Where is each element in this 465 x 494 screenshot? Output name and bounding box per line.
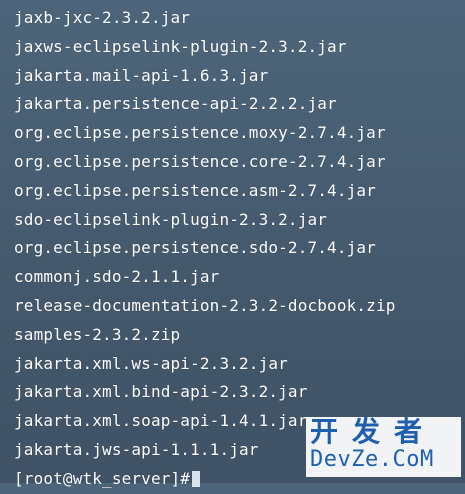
- file-list-item: jaxb-jxc-2.3.2.jar: [14, 8, 191, 27]
- file-list-item: jakarta.xml.bind-api-2.3.2.jar: [14, 382, 308, 402]
- file-list-item: org.eclipse.persistence.asm-2.7.4.jar: [14, 180, 376, 200]
- file-list-item: jakarta.mail-api-1.6.3.jar: [14, 65, 269, 85]
- file-list-item: jakarta.xml.ws-api-2.3.2.jar: [14, 353, 288, 373]
- watermark-domain: DevZe.CoM: [310, 447, 434, 472]
- file-list-item: release-documentation-2.3.2-docbook.zip: [14, 295, 396, 315]
- file-list-item: samples-2.3.2.zip: [14, 324, 181, 344]
- watermark-title: 开发者: [310, 415, 437, 448]
- file-list-item: sdo-eclipselink-plugin-2.3.2.jar: [14, 209, 328, 229]
- terminal-window[interactable]: jaxb-jxc-2.3.2.jar jaxws-eclipselink-plu…: [0, 0, 465, 488]
- file-list-item: org.eclipse.persistence.sdo-2.7.4.jar: [14, 238, 376, 258]
- site-watermark-logo: 开发者 DevZe.CoM: [306, 417, 461, 477]
- file-list-item: org.eclipse.persistence.core-2.7.4.jar: [14, 151, 386, 171]
- file-list-item: jakarta.persistence-api-2.2.2.jar: [14, 94, 337, 114]
- file-list-item: jaxws-eclipselink-plugin-2.3.2.jar: [14, 36, 347, 56]
- text-cursor: [192, 471, 201, 488]
- shell-prompt: [root@wtk_server]#: [14, 468, 191, 488]
- file-list-item: org.eclipse.persistence.moxy-2.7.4.jar: [14, 123, 386, 143]
- file-list-item: commonj.sdo-2.1.1.jar: [14, 267, 220, 287]
